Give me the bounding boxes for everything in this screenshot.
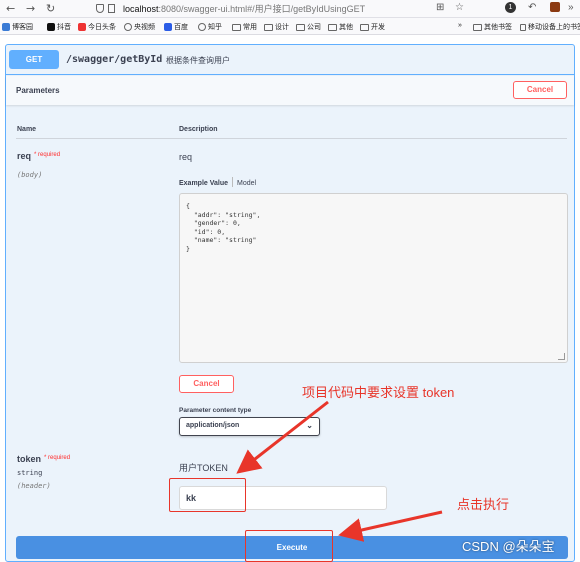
globe-icon	[124, 23, 132, 31]
tab-example-value[interactable]: Example Value	[179, 180, 228, 187]
cancel-try-button[interactable]: Cancel	[513, 81, 567, 99]
mobile-bookmarks[interactable]: 移动设备上的书签	[520, 22, 580, 32]
token-highlight-box	[169, 478, 246, 512]
bookmark-zhihu[interactable]: 知乎	[198, 22, 222, 32]
operation-path: /swagger/getById	[66, 54, 163, 65]
param-name-req: req * required	[17, 151, 61, 161]
shield-icon	[96, 4, 104, 13]
extension-icon[interactable]	[550, 2, 560, 12]
tab-model[interactable]: Model	[237, 180, 256, 187]
bookmark-icon	[47, 23, 55, 31]
translate-icon[interactable]: ⊞	[436, 2, 444, 13]
watermark: CSDN @朵朵宝	[462, 539, 555, 554]
browser-toolbar: ← → ↻ localhost:8080/swagger-ui.html#/用户…	[0, 0, 580, 18]
mobile-icon	[520, 23, 526, 31]
globe-icon	[198, 23, 206, 31]
resize-handle-icon[interactable]	[558, 353, 565, 360]
folder-icon	[473, 23, 482, 31]
operation-summary[interactable]: GET /swagger/getById 根据条件查询用户	[6, 45, 574, 75]
back-icon[interactable]: ←	[6, 2, 15, 15]
bookmark-baidu[interactable]: 百度	[164, 22, 188, 32]
param-in-req: (body)	[17, 171, 43, 179]
required-marker: * required	[34, 152, 61, 158]
bookmark-cctv[interactable]: 央视频	[124, 22, 155, 32]
parameters-title: Parameters	[16, 86, 60, 95]
cancel-body-button[interactable]: Cancel	[179, 375, 234, 393]
parameters-header: Parameters Cancel	[6, 76, 574, 105]
method-badge: GET	[9, 50, 59, 69]
tab-separator	[232, 177, 234, 187]
bookmarks-bar: 博客园 抖音 今日头条 央视频 百度 知乎 常用 设计 公司 其他 开发 » 其…	[0, 18, 580, 35]
param-in-token: (header)	[17, 482, 51, 490]
execute-highlight-box	[245, 530, 333, 562]
operation-description: 根据条件查询用户	[166, 56, 230, 65]
overflow-icon[interactable]: »	[568, 2, 574, 13]
forward-icon[interactable]: →	[26, 2, 35, 15]
chevron-down-icon: ⌄	[306, 421, 313, 430]
execute-annotation: 点击执行	[457, 497, 510, 512]
reload-icon[interactable]: ↻	[46, 2, 55, 15]
bookmark-folder-design[interactable]: 设计	[264, 22, 289, 32]
request-body-textarea[interactable]: { "addr": "string", "gender": 0, "id": 0…	[179, 193, 568, 363]
bookmark-icon	[78, 23, 86, 31]
bookmark-folder-other[interactable]: 其他	[328, 22, 353, 32]
param-description-req: req	[179, 152, 193, 162]
other-bookmarks[interactable]: 其他书签	[473, 22, 512, 32]
example-model-tabs: Example Value Model	[179, 177, 256, 187]
undo-icon[interactable]: ↶	[528, 2, 536, 13]
bookmark-icon	[2, 23, 10, 31]
header-divider	[16, 138, 567, 139]
content-type-select[interactable]: application/json ⌄	[179, 417, 320, 436]
param-name-token: token * required	[17, 454, 71, 464]
column-header-description: Description	[179, 126, 218, 133]
folder-icon	[328, 23, 337, 31]
folder-icon	[296, 23, 305, 31]
content-type-label: Parameter content type	[179, 407, 252, 414]
bookmark-folder-dev[interactable]: 开发	[360, 22, 385, 32]
param-description-token: 用户TOKEN	[179, 463, 228, 473]
param-type-token: string	[17, 469, 43, 477]
bookmark-douyin[interactable]: 抖音	[47, 22, 71, 32]
bookmark-folder-company[interactable]: 公司	[296, 22, 321, 32]
folder-icon	[232, 23, 241, 31]
bookmark-cnblogs[interactable]: 博客园	[2, 22, 33, 32]
operation-block: GET /swagger/getById 根据条件查询用户 Parameters…	[5, 44, 575, 562]
notification-badge[interactable]: 1	[505, 2, 516, 13]
required-marker: * required	[44, 455, 71, 461]
url-path: :8080/swagger-ui.html#/用户接口/getByIdUsing…	[158, 4, 366, 14]
bookmark-toutiao[interactable]: 今日头条	[78, 22, 116, 32]
token-annotation: 项目代码中要求设置 token	[302, 385, 455, 400]
bookmark-folder-common[interactable]: 常用	[232, 22, 257, 32]
bookmarks-overflow-icon[interactable]: »	[458, 22, 462, 29]
folder-icon	[264, 23, 273, 31]
star-icon[interactable]: ☆	[455, 2, 464, 13]
url-host: localhost	[123, 4, 159, 14]
column-header-name: Name	[17, 126, 37, 133]
bookmark-icon	[164, 23, 172, 31]
folder-icon	[360, 23, 369, 31]
page-icon	[108, 4, 115, 13]
address-bar[interactable]: localhost:8080/swagger-ui.html#/用户接口/get…	[92, 2, 444, 16]
